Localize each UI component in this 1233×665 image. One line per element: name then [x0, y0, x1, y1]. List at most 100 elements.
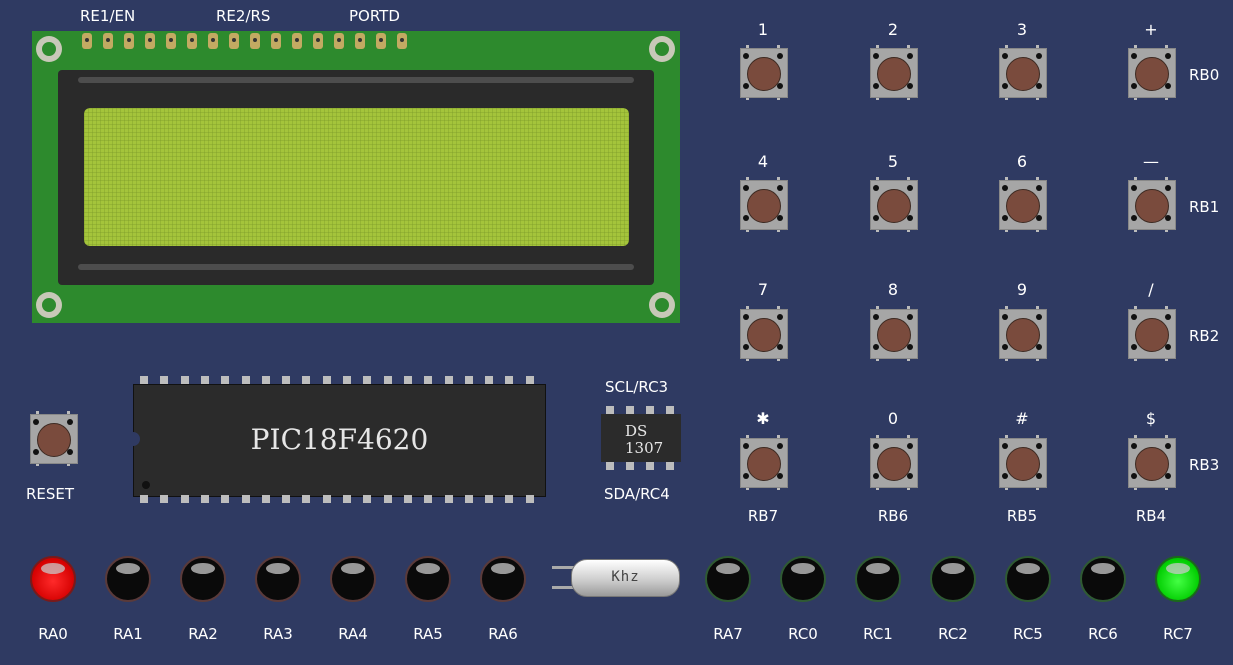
button-cap [747, 447, 781, 481]
chip-pin [525, 495, 534, 503]
button-cap [877, 189, 911, 223]
button-cap [877, 57, 911, 91]
button-screw [777, 83, 783, 89]
button-screw [1036, 53, 1042, 59]
sda-label: SDA/RC4 [604, 485, 670, 503]
crystal-lead [552, 566, 574, 569]
keypad-key-button[interactable] [1126, 306, 1176, 361]
key-label: 7 [757, 280, 769, 299]
lcd-pin [103, 33, 113, 49]
lcd-pin [376, 33, 386, 49]
chip-pin [180, 376, 189, 384]
chip-pin [424, 376, 433, 384]
keypad-key-button[interactable] [738, 306, 788, 361]
button-cap [877, 318, 911, 352]
chip-pin [505, 495, 514, 503]
lcd-label-re1-en: RE1/EN [80, 7, 136, 25]
button-cap [1135, 57, 1169, 91]
button-cap [1006, 57, 1040, 91]
chip-pin [200, 495, 209, 503]
keypad-key-button[interactable] [868, 306, 918, 361]
chip-pin [322, 495, 331, 503]
keypad-key-button[interactable] [868, 177, 918, 232]
led-ra7 [705, 556, 751, 602]
lcd-pin [187, 33, 197, 49]
chip-pin [241, 376, 250, 384]
chip-pin [424, 495, 433, 503]
led-label: RA5 [413, 625, 443, 643]
keypad-key-button[interactable] [868, 45, 918, 100]
keypad-col-label: RB4 [1135, 507, 1167, 525]
keypad-key-button[interactable] [997, 45, 1047, 100]
rtc-chip-label-line2: 1307 [625, 439, 664, 457]
keypad-key-button[interactable] [1126, 45, 1176, 100]
keypad-key-button[interactable] [738, 435, 788, 490]
chip-pin [261, 495, 270, 503]
button-cap [747, 57, 781, 91]
keypad-col-label: RB7 [747, 507, 779, 525]
button-screw [1165, 473, 1171, 479]
key-label: 8 [887, 280, 899, 299]
button-screw [33, 449, 39, 455]
button-screw [1036, 314, 1042, 320]
button-screw [743, 344, 749, 350]
button-screw [777, 53, 783, 59]
button-screw [743, 215, 749, 221]
keypad-key-button[interactable] [1126, 435, 1176, 490]
led-label: RC5 [1013, 625, 1043, 643]
chip-pin [464, 376, 473, 384]
lcd-pin [208, 33, 218, 49]
led-label: RC6 [1088, 625, 1118, 643]
lcd-pin [124, 33, 134, 49]
keypad-key-button[interactable] [738, 45, 788, 100]
led-label: RC2 [938, 625, 968, 643]
button-screw [873, 473, 879, 479]
keypad-key-button[interactable] [997, 435, 1047, 490]
keypad-row-label: RB1 [1189, 198, 1220, 216]
lcd-pin [397, 33, 407, 49]
keypad-key-button[interactable] [1126, 177, 1176, 232]
reset-button[interactable] [28, 411, 78, 466]
chip-pin [261, 376, 270, 384]
button-screw [873, 53, 879, 59]
key-label: $ [1145, 409, 1157, 428]
button-screw [743, 185, 749, 191]
led-label: RA0 [38, 625, 68, 643]
lcd-pin [229, 33, 239, 49]
button-screw [743, 314, 749, 320]
key-label: 3 [1016, 20, 1028, 39]
led-ra5 [405, 556, 451, 602]
button-screw [67, 419, 73, 425]
chip-pin [646, 462, 654, 470]
keypad-key-button[interactable] [997, 177, 1047, 232]
lcd-label-portd: PORTD [349, 7, 400, 25]
chip-pin [505, 376, 514, 384]
led-ra4 [330, 556, 376, 602]
mount-hole [649, 36, 675, 62]
button-screw [873, 215, 879, 221]
chip-pin [282, 495, 291, 503]
chip-pin [444, 495, 453, 503]
button-screw [1002, 215, 1008, 221]
chip-dot [142, 481, 150, 489]
chip-pin [606, 462, 614, 470]
button-screw [1131, 443, 1137, 449]
button-screw [777, 473, 783, 479]
keypad-key-button[interactable] [997, 306, 1047, 361]
button-screw [1036, 443, 1042, 449]
led-label: RA3 [263, 625, 293, 643]
keypad-key-button[interactable] [738, 177, 788, 232]
chip-pin [485, 495, 494, 503]
button-screw [1131, 53, 1137, 59]
button-screw [1036, 185, 1042, 191]
button-screw [1165, 443, 1171, 449]
chip-pin [200, 376, 209, 384]
chip-pin [383, 376, 392, 384]
lcd-pin [271, 33, 281, 49]
lcd-pin [82, 33, 92, 49]
crystal-label: Khz [611, 569, 640, 585]
led-label: RA2 [188, 625, 218, 643]
lcd-pin [292, 33, 302, 49]
rtc-chip-label-line1: DS [625, 422, 648, 440]
keypad-key-button[interactable] [868, 435, 918, 490]
